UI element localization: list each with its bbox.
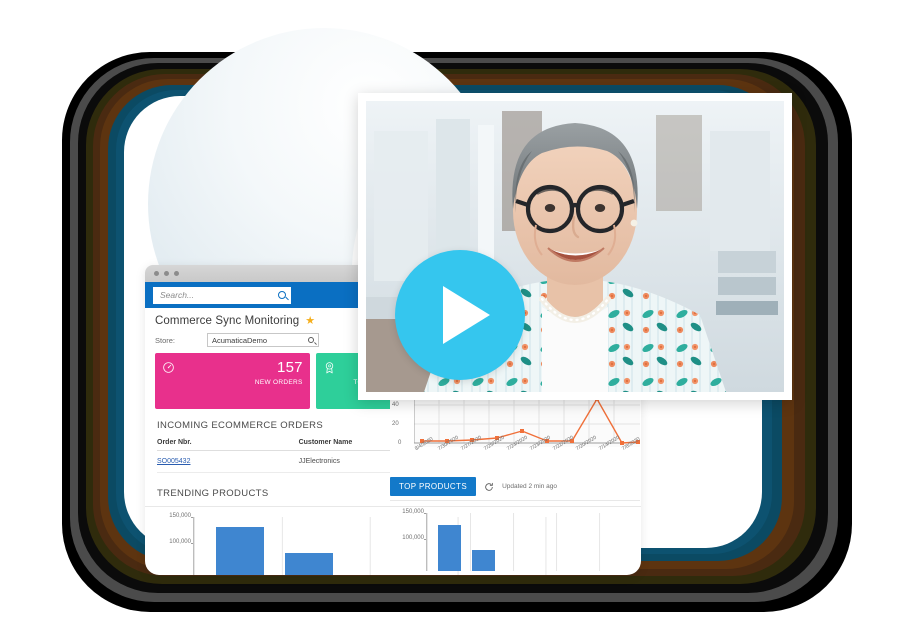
magnifier-icon[interactable] bbox=[308, 337, 314, 343]
top-products-chart: 150,000 100,000 bbox=[390, 509, 640, 571]
speedometer-icon bbox=[163, 362, 174, 373]
store-selector[interactable]: AcumaticaDemo bbox=[207, 333, 319, 347]
star-icon[interactable]: ★ bbox=[305, 315, 315, 327]
bar-2[interactable] bbox=[471, 550, 496, 571]
sync-trend-chart: 40 20 0 8/4/2020 7/30/2020 7/27/2020 7/2… bbox=[390, 395, 640, 473]
y-tick-label: 100,000 bbox=[402, 535, 424, 541]
order-link[interactable]: SO005432 bbox=[157, 458, 190, 465]
chart-plot-area bbox=[426, 513, 640, 571]
orders-title: INCOMING ECOMMERCE ORDERS bbox=[157, 419, 324, 431]
search-field-wrapper[interactable] bbox=[153, 286, 291, 304]
play-icon bbox=[442, 286, 490, 344]
window-dot-close[interactable] bbox=[154, 271, 159, 276]
page-title: Commerce Sync Monitoring bbox=[155, 315, 300, 327]
window-dot-maximize[interactable] bbox=[174, 271, 179, 276]
refresh-icon[interactable] bbox=[484, 482, 494, 492]
search-input[interactable] bbox=[158, 289, 286, 301]
play-button[interactable] bbox=[395, 250, 525, 380]
kpi-value: 157 bbox=[277, 359, 303, 376]
line-chart-x-labels: 8/4/2020 7/30/2020 7/27/2020 7/25/2020 7… bbox=[412, 435, 640, 473]
search-icon[interactable] bbox=[278, 290, 286, 299]
column-header-order-nbr[interactable]: Order Nbr. bbox=[157, 436, 299, 451]
kpi-tile-new-orders[interactable]: 157 NEW ORDERS bbox=[155, 353, 310, 409]
cell-order-nbr[interactable]: SO005432 bbox=[157, 450, 299, 473]
trending-title: TRENDING PRODUCTS bbox=[157, 488, 269, 499]
right-dashboard-panel: 40 20 0 8/4/2020 7/30/2020 7/27/2020 7/2… bbox=[390, 395, 640, 575]
store-filter-label: Store: bbox=[155, 335, 176, 345]
y-tick-label: 150,000 bbox=[402, 509, 424, 515]
kpi-label: NEW ORDERS bbox=[254, 379, 303, 386]
promo-composition: Commerce Sync Monitoring ★ Store: Acumat… bbox=[0, 0, 900, 628]
bar-1[interactable] bbox=[437, 524, 462, 571]
y-tick-label: 100,000 bbox=[169, 539, 191, 545]
bar-2[interactable] bbox=[285, 552, 334, 575]
window-dot-minimize[interactable] bbox=[164, 271, 169, 276]
updated-timestamp: Updated 2 min ago bbox=[502, 483, 558, 490]
store-selector-value: AcumaticaDemo bbox=[212, 335, 268, 345]
award-icon bbox=[325, 362, 333, 374]
tab-top-products[interactable]: TOP PRODUCTS bbox=[390, 477, 477, 496]
bar-1[interactable] bbox=[215, 527, 264, 575]
top-products-header: TOP PRODUCTS Updated 2 min ago bbox=[390, 473, 640, 501]
y-tick-label: 150,000 bbox=[169, 513, 191, 519]
